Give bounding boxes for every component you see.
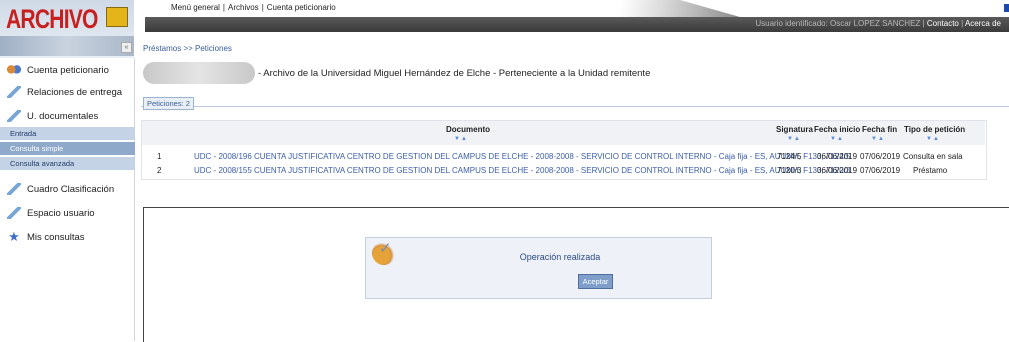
document-link[interactable]: UDC - 2008/196 CUENTA JUSTIFICATIVA CENT… [194,152,850,161]
fecha-fin-cell: 07/06/2019 [860,166,901,175]
menu-archivos-link[interactable]: Archivos [225,3,262,12]
tipo-cell: Préstamo [913,166,948,175]
corner-marker [1004,4,1009,12]
people-icon [7,64,21,76]
sidebar-item-label: U. documentales [27,110,99,122]
wrench-icon [7,183,21,195]
star-icon: ★ [8,229,20,244]
sidebar-item-relaciones[interactable]: Relaciones de entrega [0,82,134,102]
sidebar-item-label: Cuadro Clasificación [27,183,115,195]
column-header-documento[interactable]: Documento [446,125,490,134]
check-icon: ✓ [379,240,392,257]
signatura-cell: 7120/3 [777,166,802,175]
redacted-name [143,62,255,84]
wrench-icon [7,207,21,219]
column-header-tipo[interactable]: Tipo de petición [904,125,965,134]
about-link[interactable]: Acerca de [965,19,1001,28]
contact-link[interactable]: Contacto [927,19,959,28]
sidebar-item-cuenta[interactable]: Cuenta peticionario [0,60,134,80]
sort-icon[interactable]: ▼▲ [454,136,468,142]
sidebar-item-cuadro[interactable]: Cuadro Clasificación [0,179,134,199]
message-text: Operación realizada [519,252,601,262]
sort-icon[interactable]: ▼▲ [926,136,940,142]
document-link[interactable]: UDC - 2008/155 CUENTA JUSTIFICATIVA CENT… [194,166,850,175]
sidebar-item-consultas[interactable]: ★ Mis consultas [0,227,134,247]
sidebar-item-label: Cuenta peticionario [27,64,109,76]
sidebar-item-label: Mis consultas [27,231,85,243]
sidebar-sub-entrada[interactable]: Entrada [0,127,135,140]
user-label: Usuario identificado: Oscar LOPEZ SANCHE… [755,19,921,28]
column-header-fecha-fin[interactable]: Fecha fin [862,125,897,134]
sidebar-item-espacio[interactable]: Espacio usuario [0,203,134,223]
app-logo: ARCHIVO [0,0,134,58]
breadcrumb[interactable]: Préstamos >> Peticiones [143,44,232,53]
user-line: Usuario identificado: Oscar LOPEZ SANCHE… [755,19,1001,28]
menu-cuenta-link[interactable]: Cuenta peticionario [264,3,339,12]
header-curve [540,0,740,17]
sidebar: Cuenta peticionario Relaciones de entreg… [0,58,135,341]
sort-icon[interactable]: ▼▲ [830,136,844,142]
fecha-fin-cell: 07/06/2019 [860,152,901,161]
sort-icon[interactable]: ▼▲ [787,136,801,142]
logo-text: ARCHIVO [6,4,98,34]
tab-underline [141,106,1009,107]
sidebar-sub-consulta-simple[interactable]: Consulta simple [0,142,135,155]
sidebar-sub-consulta-avanzada[interactable]: Consulta avanzada [0,157,135,170]
logo-strip [0,36,134,56]
column-header-signatura[interactable]: Signatura [776,125,813,134]
row-number: 2 [157,166,162,175]
top-menu: Menú general | Archivos | Cuenta peticionari… [168,3,339,12]
fecha-inicio-cell: 06/06/2019 [817,166,858,175]
sidebar-item-label: Relaciones de entrega [27,86,123,98]
archive-title: - Archivo de la Universidad Miguel Herná… [258,68,651,79]
row-number: 1 [157,152,162,161]
tipo-cell: Consulta en sala [903,152,963,161]
fecha-inicio-cell: 06/06/2019 [817,152,858,161]
column-header-fecha-inicio[interactable]: Fecha inicio [814,125,860,134]
message-box [365,237,712,299]
accept-button[interactable]: Aceptar [578,274,613,289]
wrench-icon [7,86,21,98]
sidebar-item-documentales[interactable]: U. documentales [0,106,134,126]
sort-icon[interactable]: ▼▲ [871,136,885,142]
sidebar-collapse-button[interactable]: « [121,42,132,53]
sidebar-item-label: Espacio usuario [27,207,95,219]
signatura-cell: 7124/5 [777,152,802,161]
tab-peticiones[interactable]: Peticiones: 2 [143,97,194,110]
logo-badge-icon [106,7,128,27]
menu-general-link[interactable]: Menú general [168,3,223,12]
wrench-icon [7,110,21,122]
